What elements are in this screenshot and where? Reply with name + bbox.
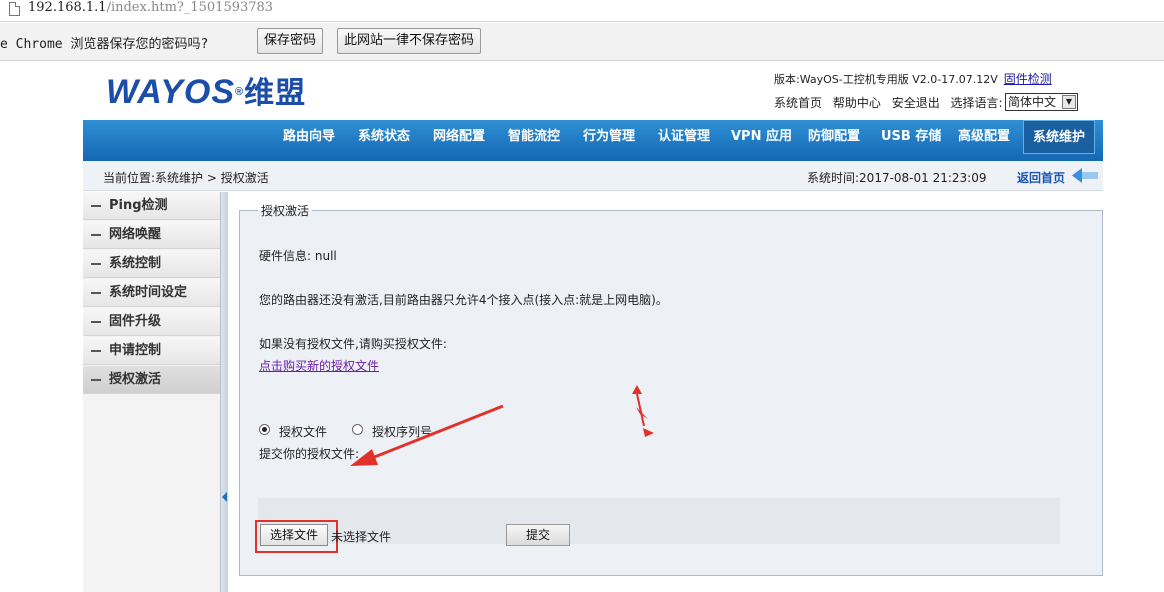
- page-icon: [9, 2, 20, 16]
- collapse-arrow-icon[interactable]: [222, 492, 227, 502]
- nav-network-config[interactable]: 网络配置: [433, 120, 485, 154]
- chevron-down-icon[interactable]: ▼: [1062, 95, 1076, 109]
- panel-legend: 授权激活: [261, 204, 310, 218]
- language-label: 选择语言:: [950, 96, 1003, 110]
- nav-behavior-mgmt[interactable]: 行为管理: [583, 120, 635, 154]
- submit-button[interactable]: 提交: [506, 524, 570, 546]
- logout-link[interactable]: 安全退出: [892, 96, 940, 110]
- submit-prompt: 提交你的授权文件:: [259, 447, 360, 461]
- nav-smart-qos[interactable]: 智能流控: [508, 120, 560, 154]
- radio-license-file-label: 授权文件: [279, 425, 328, 439]
- radio-license-serial-label: 授权序列号: [372, 425, 433, 439]
- home-link[interactable]: 系统首页: [774, 96, 822, 110]
- nav-advanced[interactable]: 高级配置: [958, 120, 1010, 154]
- nav-system-status[interactable]: 系统状态: [358, 120, 410, 154]
- sidebar-item-license-activation[interactable]: 授权激活: [83, 366, 220, 394]
- dash-icon: [91, 204, 101, 207]
- sidebar-item-ping[interactable]: Ping检测: [83, 192, 220, 220]
- sidebar-splitter[interactable]: [220, 192, 228, 592]
- router-admin-page: WAYOS®维盟 版本:WayOS-工控机专用版 V2.0-17.07.12V 固…: [83, 61, 1103, 592]
- dash-icon: [91, 320, 101, 323]
- no-file-chosen: 未选择文件: [331, 530, 392, 544]
- dash-icon: [91, 378, 101, 381]
- sidebar: Ping检测 网络唤醒 系统控制 系统时间设定 固件升级 申请控制 授权激活: [83, 192, 220, 592]
- sidebar-item-system-time[interactable]: 系统时间设定: [83, 279, 220, 307]
- save-password-infobar: e Chrome 浏览器保存您的密码吗? 保存密码 此网站一律不保存密码: [0, 23, 1164, 61]
- page-header: WAYOS®维盟 版本:WayOS-工控机专用版 V2.0-17.07.12V 固…: [83, 61, 1103, 120]
- infobar-message: e Chrome 浏览器保存您的密码吗?: [0, 37, 209, 52]
- breadcrumb: 当前位置:系统维护 > 授权激活: [103, 171, 269, 185]
- dash-icon: [91, 233, 101, 236]
- save-password-button[interactable]: 保存密码: [257, 28, 324, 54]
- language-select[interactable]: 简体中文 ▼: [1005, 93, 1078, 111]
- never-save-button[interactable]: 此网站一律不保存密码: [337, 28, 482, 54]
- dash-icon: [91, 349, 101, 352]
- address-bar[interactable]: 192.168.1.1/index.htm?_1501593783: [0, 0, 1164, 22]
- breadcrumb-bar: 当前位置:系统维护 > 授权激活 系统时间:2017-08-01 21:23:0…: [83, 161, 1103, 191]
- activation-notice: 您的路由器还没有激活,目前路由器只允许4个接入点(接入点:就是上网电脑)。: [259, 293, 668, 307]
- sidebar-item-request-control[interactable]: 申请控制: [83, 337, 220, 365]
- dash-icon: [91, 262, 101, 265]
- url-text[interactable]: 192.168.1.1/index.htm?_1501593783: [28, 0, 273, 15]
- wayos-logo: WAYOS®维盟: [106, 73, 307, 111]
- radio-license-serial[interactable]: [352, 424, 363, 435]
- help-link[interactable]: 帮助中心: [833, 96, 881, 110]
- sidebar-item-firmware-upgrade[interactable]: 固件升级: [83, 308, 220, 336]
- version-info: 版本:WayOS-工控机专用版 V2.0-17.07.12V 固件检测: [774, 72, 1052, 86]
- nav-route-wizard[interactable]: 路由向导: [283, 120, 335, 154]
- nav-auth-mgmt[interactable]: 认证管理: [658, 120, 710, 154]
- system-time: 系统时间:2017-08-01 21:23:09: [807, 171, 987, 185]
- buy-license-link[interactable]: 点击购买新的授权文件: [259, 357, 379, 374]
- no-license-text: 如果没有授权文件,请购买授权文件:: [259, 337, 447, 351]
- nav-system-maintenance[interactable]: 系统维护: [1023, 120, 1096, 154]
- firmware-check-link[interactable]: 固件检测: [1004, 72, 1052, 86]
- hardware-info: 硬件信息: null: [259, 249, 337, 263]
- nav-defense[interactable]: 防御配置: [808, 120, 860, 154]
- nav-usb-storage[interactable]: USB 存储: [881, 120, 941, 154]
- sidebar-item-wake-on-lan[interactable]: 网络唤醒: [83, 221, 220, 249]
- dash-icon: [91, 291, 101, 294]
- main-nav: 路由向导 系统状态 网络配置 智能流控 行为管理 认证管理 VPN 应用 防御配…: [83, 120, 1103, 161]
- back-arrow-icon[interactable]: [1072, 167, 1100, 184]
- content-area: 授权激活 硬件信息: null 您的路由器还没有激活,目前路由器只允许4个接入点…: [228, 192, 1103, 592]
- highlight-box: [255, 520, 338, 553]
- nav-vpn[interactable]: VPN 应用: [731, 120, 792, 154]
- sidebar-item-system-control[interactable]: 系统控制: [83, 250, 220, 278]
- top-links: 系统首页 帮助中心 安全退出 选择语言:: [774, 94, 1010, 111]
- radio-license-file[interactable]: [259, 424, 270, 435]
- back-home-link[interactable]: 返回首页: [1017, 169, 1065, 186]
